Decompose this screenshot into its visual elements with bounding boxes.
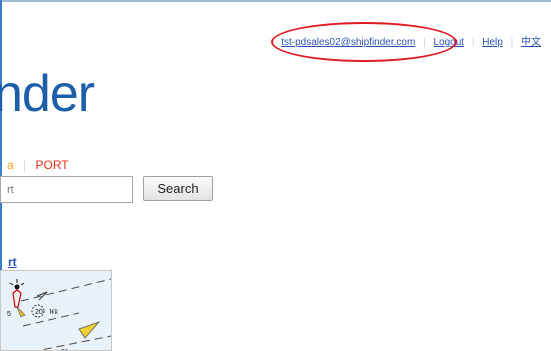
route-line-top [20,278,111,302]
chart-thumbnail-drawing: 5 20 Wk 21 [7,278,111,350]
route-line-bottom [38,335,111,350]
window-top-border [0,0,551,2]
wreck-label: Wk [49,308,59,316]
nautical-chart-thumbnail[interactable]: 5 20 Wk 21 [0,270,112,351]
top-navigation: tst-pdsales02@shipfinder.com | Logout | … [271,22,541,62]
sounding-label: 5 [7,311,11,318]
search-input[interactable] [0,176,133,203]
tab-separator: | [23,158,27,172]
tab-partial[interactable]: a [7,158,14,172]
account-email-wrapper: tst-pdsales02@shipfinder.com [271,22,458,62]
vessel-marker-icon [78,321,101,339]
chevron-marker [36,291,48,301]
shipfinder-logo: nder [0,65,95,123]
tab-port[interactable]: PORT [36,158,69,172]
depth-label: 20 [35,309,43,316]
buoy-flag-icon [16,306,26,318]
help-link[interactable]: Help [482,37,503,48]
language-switch-link[interactable]: 中文 [521,37,541,48]
light-marker-icon [14,284,20,290]
buoy-icon [12,289,22,308]
light-rays-icon [9,279,25,286]
search-button[interactable]: Search [143,176,213,201]
highlight-annotation [271,22,458,62]
search-mode-tabs: a | PORT [7,158,69,172]
partial-link[interactable]: rt [8,255,17,269]
nav-separator: | [510,37,514,48]
nav-separator: | [471,37,475,48]
